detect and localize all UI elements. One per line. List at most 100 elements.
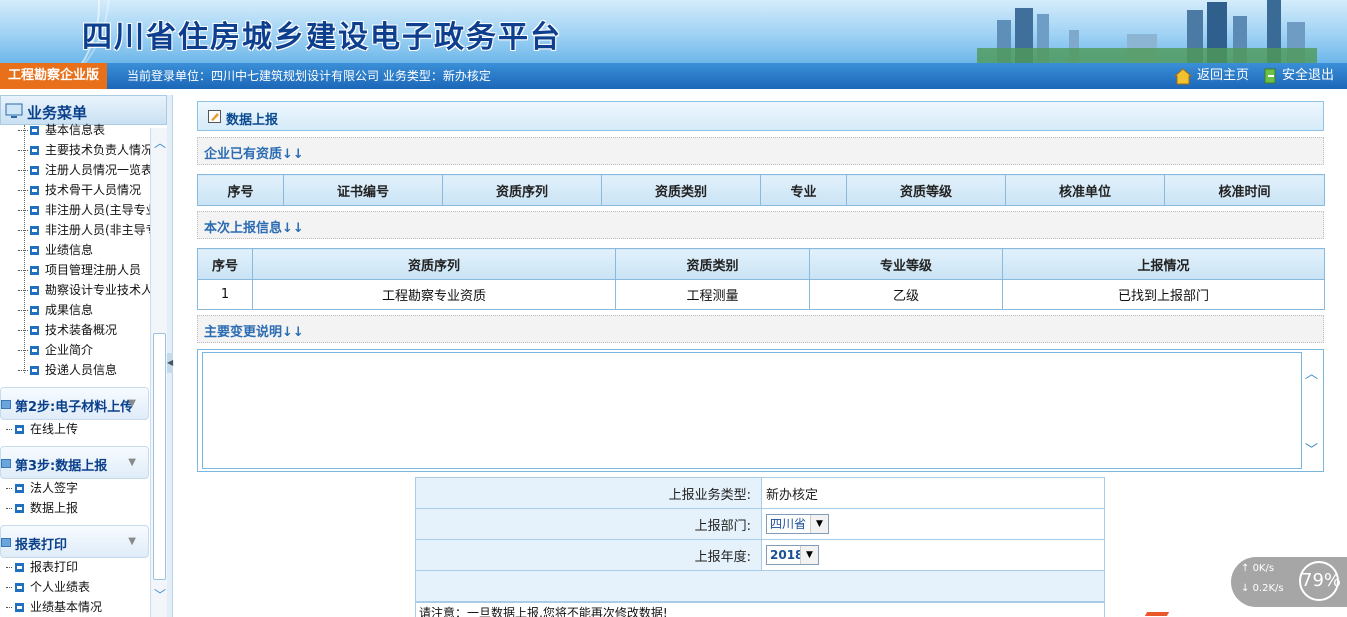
doc-icon (15, 425, 24, 434)
step2-header[interactable]: 第2步:电子材料上传 ▼ (0, 387, 149, 420)
current-submission-table: 序号 资质序列 资质类别 专业等级 上报情况 1 工程勘察专业资质 工程测量 乙… (197, 248, 1325, 310)
sidebar-item-legal-sign[interactable]: 法人签字 (6, 478, 78, 498)
panel-title: 数据上报 (226, 113, 279, 128)
business-type-value: 新办核定 (761, 477, 1105, 509)
doc-icon (30, 326, 39, 335)
sidebar-item-basic-info[interactable]: 基本信息表 (18, 120, 151, 140)
logout-label: 安全退出 (1282, 68, 1335, 83)
table-row: 1 工程勘察专业资质 工程测量 乙级 已找到上报部门 (197, 279, 1325, 310)
column-header: 资质序列 (442, 174, 602, 206)
doc-icon (30, 206, 39, 215)
table-cell: 乙级 (809, 279, 1003, 310)
section-existing-qualifications[interactable]: 企业已有资质↓↓ (197, 137, 1324, 165)
city-skyline-image (977, 0, 1317, 63)
section-current-submission[interactable]: 本次上报信息↓↓ (197, 211, 1324, 239)
form-label: 上报业务类型: (415, 477, 762, 509)
sidebar-item-company-intro[interactable]: 企业简介 (18, 340, 151, 360)
red-stroke-decoration (1144, 612, 1170, 616)
scroll-down-icon[interactable]: ﹀ (154, 586, 166, 603)
doc-icon (30, 286, 39, 295)
year-select[interactable]: 2018 ▼ (766, 545, 819, 565)
sidebar-item-unregistered-main[interactable]: 非注册人员(主导专业 (18, 200, 151, 220)
table-icon (1, 538, 11, 547)
column-header: 上报情况 (1002, 248, 1325, 280)
doc-icon (30, 126, 39, 135)
doc-icon (15, 504, 24, 513)
column-header: 核准单位 (1005, 174, 1165, 206)
table-cell: 工程勘察专业资质 (252, 279, 616, 310)
sidebar-item-key-staff[interactable]: 技术骨干人员情况 (18, 180, 151, 200)
collapse-sidebar-icon[interactable]: ◀ (167, 353, 173, 373)
edit-icon (208, 110, 221, 123)
collapse-arrow-icon: ▼ (128, 536, 136, 547)
doc-icon (30, 306, 39, 315)
change-description-textarea[interactable] (202, 352, 1302, 469)
chevron-down-icon: ▼ (800, 546, 818, 564)
column-header: 证书编号 (283, 174, 443, 206)
section-change-description[interactable]: 主要变更说明↓↓ (197, 315, 1324, 343)
table-icon (1, 400, 11, 409)
column-header: 核准时间 (1164, 174, 1325, 206)
column-header: 资质等级 (846, 174, 1006, 206)
doc-icon (30, 266, 39, 275)
sidebar-item-tech-leader[interactable]: 主要技术负责人情况 (18, 140, 151, 160)
scroll-up-icon[interactable]: ︿ (1305, 363, 1318, 382)
column-header: 资质类别 (615, 248, 810, 280)
sidebar-item-pm-registered[interactable]: 项目管理注册人员 (18, 260, 151, 280)
sidebar-scrollbar[interactable]: ︿ ﹀ (150, 128, 167, 617)
sidebar-splitter[interactable]: ◀ (167, 95, 173, 617)
doc-icon (15, 583, 24, 592)
download-speed: ↓ 0.2K/s (1241, 583, 1284, 594)
sidebar-item-delivery-staff[interactable]: 投递人员信息 (18, 360, 151, 380)
sidebar-item-online-upload[interactable]: 在线上传 (6, 419, 78, 439)
doc-icon (30, 366, 39, 375)
table-icon (1, 459, 11, 468)
doc-icon (30, 246, 39, 255)
form-row: 上报年度: 2018 ▼ (415, 539, 1105, 571)
network-speed-widget[interactable]: ↑ 0K/s ↓ 0.2K/s 79% (1231, 557, 1347, 607)
sidebar-item-design-tech[interactable]: 勘察设计专业技术人 (18, 280, 151, 300)
sidebar-item-data-submit[interactable]: 数据上报 (6, 498, 78, 518)
report-print-header[interactable]: 报表打印 ▼ (0, 525, 149, 558)
department-select[interactable]: 四川省 ▼ (766, 514, 829, 534)
site-banner: 四川省住房城乡建设电子政务平台 (0, 0, 1347, 63)
doc-icon (30, 166, 39, 175)
sidebar-item-performance[interactable]: 业绩信息 (18, 240, 151, 260)
column-header: 序号 (197, 248, 253, 280)
step3-header[interactable]: 第3步:数据上报 ▼ (0, 446, 149, 479)
form-spacer (415, 570, 1105, 602)
doc-icon (15, 603, 24, 612)
home-label: 返回主页 (1197, 68, 1250, 83)
scroll-down-icon[interactable]: ﹀ (1305, 439, 1318, 458)
sidebar-item-performance-basic[interactable]: 业绩基本情况 (6, 597, 102, 617)
sidebar-item-registered-staff[interactable]: 注册人员情况一览表 (18, 160, 151, 180)
scrollbar-thumb[interactable] (153, 333, 166, 580)
submission-form: 上报业务类型: 新办核定 上报部门: 四川省 ▼ 上报年度: 2018 ▼ (415, 477, 1105, 602)
login-info: 当前登录单位：四川中七建筑规划设计有限公司 业务类型：新办核定 (127, 69, 491, 83)
scroll-up-icon[interactable]: ︿ (154, 134, 166, 151)
collapse-arrow-icon: ▼ (128, 398, 136, 409)
textarea-scrollbar[interactable]: ︿ ﹀ (1303, 353, 1320, 467)
doc-icon (15, 563, 24, 572)
sidebar-item-report-print[interactable]: 报表打印 (6, 557, 78, 577)
home-link[interactable]: 返回主页 (1173, 63, 1249, 89)
doc-icon (30, 226, 39, 235)
sidebar-item-unregistered-other[interactable]: 非注册人员(非主导专 (18, 220, 151, 240)
sidebar-item-equipment[interactable]: 技术装备概况 (18, 320, 151, 340)
doc-icon (30, 346, 39, 355)
column-header: 专业等级 (809, 248, 1003, 280)
logout-icon (1264, 68, 1276, 84)
form-row: 上报业务类型: 新办核定 (415, 477, 1105, 509)
sidebar-item-personal-performance[interactable]: 个人业绩表 (6, 577, 90, 597)
table-header-row: 序号 证书编号 资质序列 资质类别 专业 资质等级 核准单位 核准时间 (197, 174, 1325, 206)
form-row (415, 570, 1105, 602)
warning-note: 请注意：一旦数据上报,您将不能再次修改数据! (415, 602, 1105, 617)
logout-link[interactable]: 安全退出 (1262, 63, 1334, 89)
sidebar: 业务菜单 基本信息表 主要技术负责人情况 注册人员情况一览表 技术骨干人员情况 … (0, 95, 167, 617)
sidebar-item-results[interactable]: 成果信息 (18, 300, 151, 320)
status-bar: 工程勘察企业版 当前登录单位：四川中七建筑规划设计有限公司 业务类型：新办核定 … (0, 63, 1347, 89)
chevron-down-icon: ▼ (810, 515, 828, 533)
form-row: 上报部门: 四川省 ▼ (415, 508, 1105, 540)
doc-icon (30, 146, 39, 155)
column-header: 专业 (760, 174, 847, 206)
